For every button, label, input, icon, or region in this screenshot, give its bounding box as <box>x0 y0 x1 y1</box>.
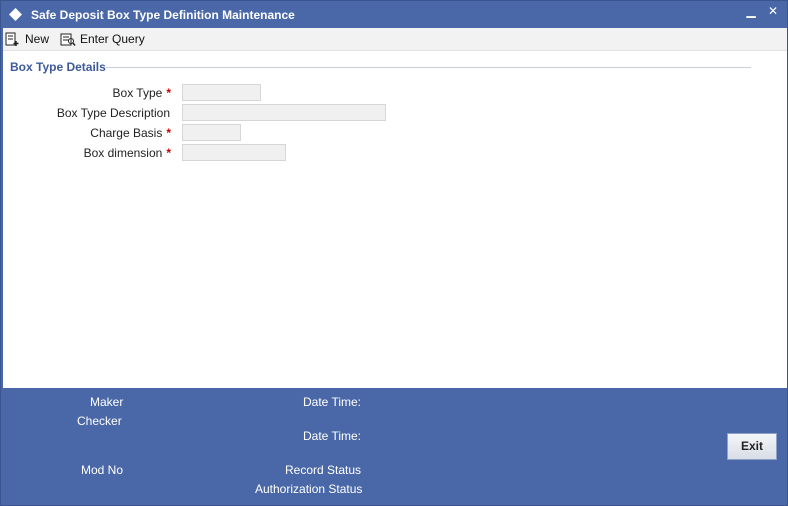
charge-basis-label: Charge Basis * <box>90 126 171 140</box>
query-icon <box>60 33 76 46</box>
window-title: Safe Deposit Box Type Definition Mainten… <box>31 8 295 22</box>
box-type-description-label: Box Type Description <box>56 106 170 120</box>
required-marker: * <box>166 126 171 140</box>
app-window: Safe Deposit Box Type Definition Mainten… <box>0 0 788 506</box>
authorization-status-label: Authorization Status <box>255 482 363 496</box>
box-dimension-label: Box dimension * <box>83 146 171 160</box>
row-box-type-description: Box Type Description <box>3 104 787 122</box>
section-title: Box Type Details <box>10 60 106 74</box>
required-marker: * <box>166 146 171 160</box>
new-label: New <box>25 32 50 46</box>
section-divider <box>106 67 751 68</box>
minimize-icon[interactable]: ▁ <box>741 4 761 24</box>
maker-label: Maker <box>90 395 124 409</box>
maker-date-time-label: Date Time: <box>303 395 362 409</box>
checker-date-time-label: Date Time: <box>303 429 362 443</box>
box-type-description-field[interactable] <box>182 104 386 121</box>
title-bar: Safe Deposit Box Type Definition Mainten… <box>1 1 787 28</box>
enter-query-label: Enter Query <box>80 32 145 46</box>
row-box-type: Box Type * <box>3 84 787 102</box>
exit-button[interactable]: Exit <box>727 433 777 460</box>
checker-label: Checker <box>77 414 122 428</box>
new-button[interactable]: New <box>5 30 49 48</box>
required-marker: * <box>166 86 171 100</box>
enter-query-button[interactable]: Enter Query <box>60 30 145 48</box>
box-type-label: Box Type * <box>112 86 171 100</box>
row-charge-basis: Charge Basis * <box>3 124 787 142</box>
box-dimension-field[interactable] <box>182 144 286 161</box>
close-icon[interactable]: ✕ <box>763 4 783 24</box>
row-box-dimension: Box dimension * <box>3 144 787 162</box>
main-panel: New Enter Query Box Type Details Box Typ… <box>3 28 787 388</box>
charge-basis-field[interactable] <box>182 124 241 141</box>
box-type-field[interactable] <box>182 84 261 101</box>
audit-footer: Maker Checker Mod No Date Time: Date Tim… <box>3 388 787 505</box>
toolbar: New Enter Query <box>3 28 787 51</box>
new-document-icon <box>5 32 19 46</box>
record-status-label: Record Status <box>285 463 362 477</box>
diamond-icon <box>9 8 22 21</box>
mod-no-label: Mod No <box>81 463 124 477</box>
